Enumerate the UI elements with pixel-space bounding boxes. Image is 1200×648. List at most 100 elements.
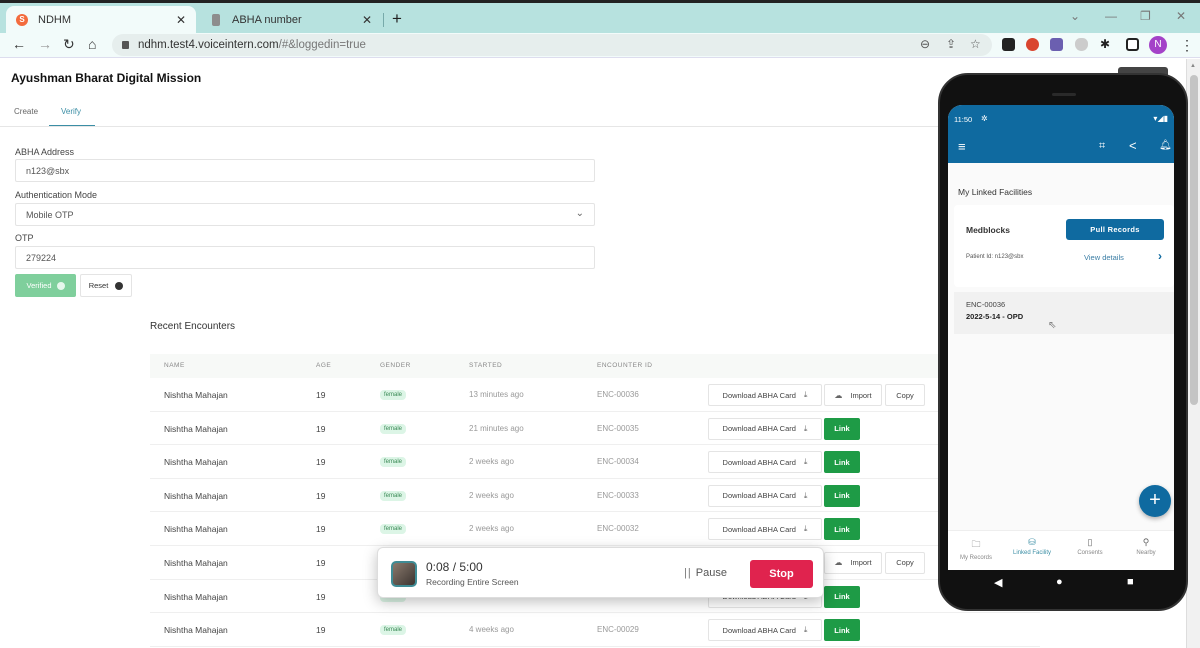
nav-label: My Records bbox=[960, 555, 992, 561]
cell-name: Nishtha Mahajan bbox=[164, 558, 228, 568]
otp-input[interactable]: 279224 bbox=[15, 246, 595, 269]
extension-icon[interactable] bbox=[1026, 38, 1039, 51]
tab-search-icon[interactable]: ⌄ bbox=[1070, 9, 1080, 23]
linked-facility-icon: ⛁ bbox=[1004, 537, 1060, 548]
link-button[interactable]: Link bbox=[824, 518, 860, 540]
home-button[interactable]: ⌂ bbox=[88, 36, 96, 52]
download-label: Download ABHA Card bbox=[723, 424, 796, 433]
close-window-button[interactable]: ✕ bbox=[1176, 9, 1186, 23]
side-panel-icon[interactable] bbox=[1126, 38, 1139, 51]
share-icon[interactable]: ⇪ bbox=[946, 37, 956, 51]
minimize-button[interactable]: — bbox=[1105, 9, 1117, 23]
auth-mode-value: Mobile OTP bbox=[26, 210, 74, 220]
zoom-icon[interactable]: ⊖ bbox=[920, 37, 930, 51]
gender-badge: female bbox=[380, 491, 406, 501]
download-icon: ⤓ bbox=[804, 524, 808, 534]
screen: S NDHM ✕ ABHA number ✕ + ⌄ — ❐ ✕ ← → ↻ ⌂… bbox=[0, 0, 1200, 648]
tab-create[interactable]: Create bbox=[14, 107, 38, 116]
close-tab-icon[interactable]: ✕ bbox=[176, 13, 186, 27]
share-icon[interactable]: < bbox=[1129, 138, 1137, 153]
browser-toolbar: ← → ↻ ⌂ ndhm.test4.voiceintern.com/#&log… bbox=[0, 33, 1200, 58]
close-tab-icon[interactable]: ✕ bbox=[362, 13, 372, 27]
location-pin-icon: ⚲ bbox=[1118, 537, 1174, 548]
signal-battery-icon: ▾◢▮ bbox=[1153, 114, 1168, 123]
abha-address-input[interactable]: n123@sbx bbox=[15, 159, 595, 182]
address-bar[interactable]: ndhm.test4.voiceintern.com/#&loggedin=tr… bbox=[112, 34, 992, 56]
download-abha-card-button[interactable]: Download ABHA Card⤓ bbox=[708, 418, 822, 440]
download-abha-card-button[interactable]: Download ABHA Card⤓ bbox=[708, 451, 822, 473]
link-button[interactable]: Link bbox=[824, 586, 860, 608]
chevron-right-icon[interactable]: › bbox=[1158, 249, 1162, 263]
phone-app-bar: ≡ ⌗ < 🔔︎ bbox=[948, 133, 1174, 163]
link-button[interactable]: Link bbox=[824, 485, 860, 507]
page-title: Ayushman Bharat Digital Mission bbox=[11, 71, 201, 85]
maximize-button[interactable]: ❐ bbox=[1140, 9, 1151, 23]
pause-button[interactable]: | | Pause bbox=[684, 567, 727, 579]
browser-tab-ndhm[interactable]: S NDHM ✕ bbox=[6, 6, 196, 33]
profile-avatar[interactable]: N bbox=[1149, 36, 1167, 54]
android-recents-icon[interactable]: ■ bbox=[1127, 576, 1134, 588]
qr-scan-icon[interactable]: ⌗ bbox=[1099, 140, 1105, 153]
reload-button[interactable]: ↻ bbox=[63, 36, 75, 53]
nav-consents[interactable]: ▯ Consents bbox=[1062, 537, 1118, 556]
import-button[interactable]: ☁Import bbox=[824, 384, 882, 406]
copy-button[interactable]: Copy bbox=[885, 384, 925, 406]
column-header-gender: GENDER bbox=[380, 362, 411, 369]
browser-tab-abha[interactable]: ABHA number ✕ bbox=[200, 6, 382, 33]
shield-extension-icon[interactable] bbox=[1075, 38, 1088, 51]
android-back-icon[interactable]: ◀ bbox=[994, 576, 1002, 589]
cell-name: Nishtha Mahajan bbox=[164, 457, 228, 467]
back-button[interactable]: ← bbox=[12, 36, 26, 52]
nav-linked-facility[interactable]: ⛁ Linked Facility bbox=[1004, 537, 1060, 556]
extensions-puzzle-icon[interactable]: ✱ bbox=[1100, 37, 1110, 51]
copy-button[interactable]: Copy bbox=[885, 552, 925, 574]
download-abha-card-button[interactable]: Download ABHA Card⤓ bbox=[708, 518, 822, 540]
pull-records-button[interactable]: Pull Records bbox=[1066, 219, 1164, 240]
recording-time: 0:08 / 5:00 bbox=[426, 560, 483, 574]
lock-icon bbox=[122, 41, 129, 49]
extension-icon[interactable] bbox=[1050, 38, 1063, 51]
bell-icon[interactable]: 🔔︎ bbox=[1159, 140, 1172, 151]
reset-button[interactable]: Reset bbox=[80, 274, 132, 297]
otp-label: OTP bbox=[15, 233, 34, 243]
settings-gear-icon: ✲ bbox=[981, 114, 988, 123]
add-fab-button[interactable]: + bbox=[1139, 485, 1171, 517]
verified-button[interactable]: Verified bbox=[15, 274, 76, 297]
page-scrollbar[interactable]: ▲ bbox=[1186, 59, 1200, 648]
table-row: Nishtha Mahajan19female13 minutes agoENC… bbox=[150, 378, 1040, 412]
hamburger-menu-icon[interactable]: ≡ bbox=[958, 139, 966, 154]
table-row: Nishtha Mahajan19female2 weeks agoENC-00… bbox=[150, 445, 1040, 479]
scrollbar-thumb[interactable] bbox=[1190, 75, 1198, 405]
download-abha-card-button[interactable]: Download ABHA Card⤓ bbox=[708, 485, 822, 507]
cell-started: 2 weeks ago bbox=[469, 491, 514, 500]
auth-mode-select[interactable]: Mobile OTP ⌄ bbox=[15, 203, 595, 226]
view-details-link[interactable]: View details bbox=[1084, 253, 1124, 262]
auth-mode-label: Authentication Mode bbox=[15, 190, 97, 200]
table-row: Nishtha Mahajan19female21 minutes agoENC… bbox=[150, 412, 1040, 446]
stop-button[interactable]: Stop bbox=[750, 560, 813, 588]
cell-started: 2 weeks ago bbox=[469, 524, 514, 533]
nav-my-records[interactable]: 🗀︎ My Records bbox=[948, 537, 1004, 561]
phone-speaker bbox=[1052, 93, 1076, 96]
scroll-up-icon[interactable]: ▲ bbox=[1190, 63, 1196, 69]
link-button[interactable]: Link bbox=[824, 619, 860, 641]
gender-badge: female bbox=[380, 390, 406, 400]
tab-separator bbox=[383, 13, 384, 27]
android-home-icon[interactable]: ● bbox=[1056, 576, 1063, 588]
link-button[interactable]: Link bbox=[824, 418, 860, 440]
browser-menu-icon[interactable]: ⋮ bbox=[1180, 37, 1194, 54]
cell-encounter-id: ENC-00029 bbox=[597, 625, 639, 634]
extension-icon[interactable] bbox=[1002, 38, 1015, 51]
encounter-list-item[interactable]: ENC-00036 2022-5-14 - OPD bbox=[954, 292, 1174, 334]
download-abha-card-button[interactable]: Download ABHA Card⤓ bbox=[708, 384, 822, 406]
import-button[interactable]: ☁Import bbox=[824, 552, 882, 574]
nav-nearby[interactable]: ⚲ Nearby bbox=[1118, 537, 1174, 556]
recording-preview-thumbnail bbox=[391, 561, 417, 587]
new-tab-button[interactable]: + bbox=[392, 9, 402, 29]
url-path: /#&loggedin=true bbox=[279, 39, 366, 51]
bookmark-star-icon[interactable]: ☆ bbox=[970, 37, 981, 51]
link-button[interactable]: Link bbox=[824, 451, 860, 473]
forward-button[interactable]: → bbox=[38, 36, 52, 52]
tab-verify[interactable]: Verify bbox=[61, 107, 81, 116]
download-abha-card-button[interactable]: Download ABHA Card⤓ bbox=[708, 619, 822, 641]
